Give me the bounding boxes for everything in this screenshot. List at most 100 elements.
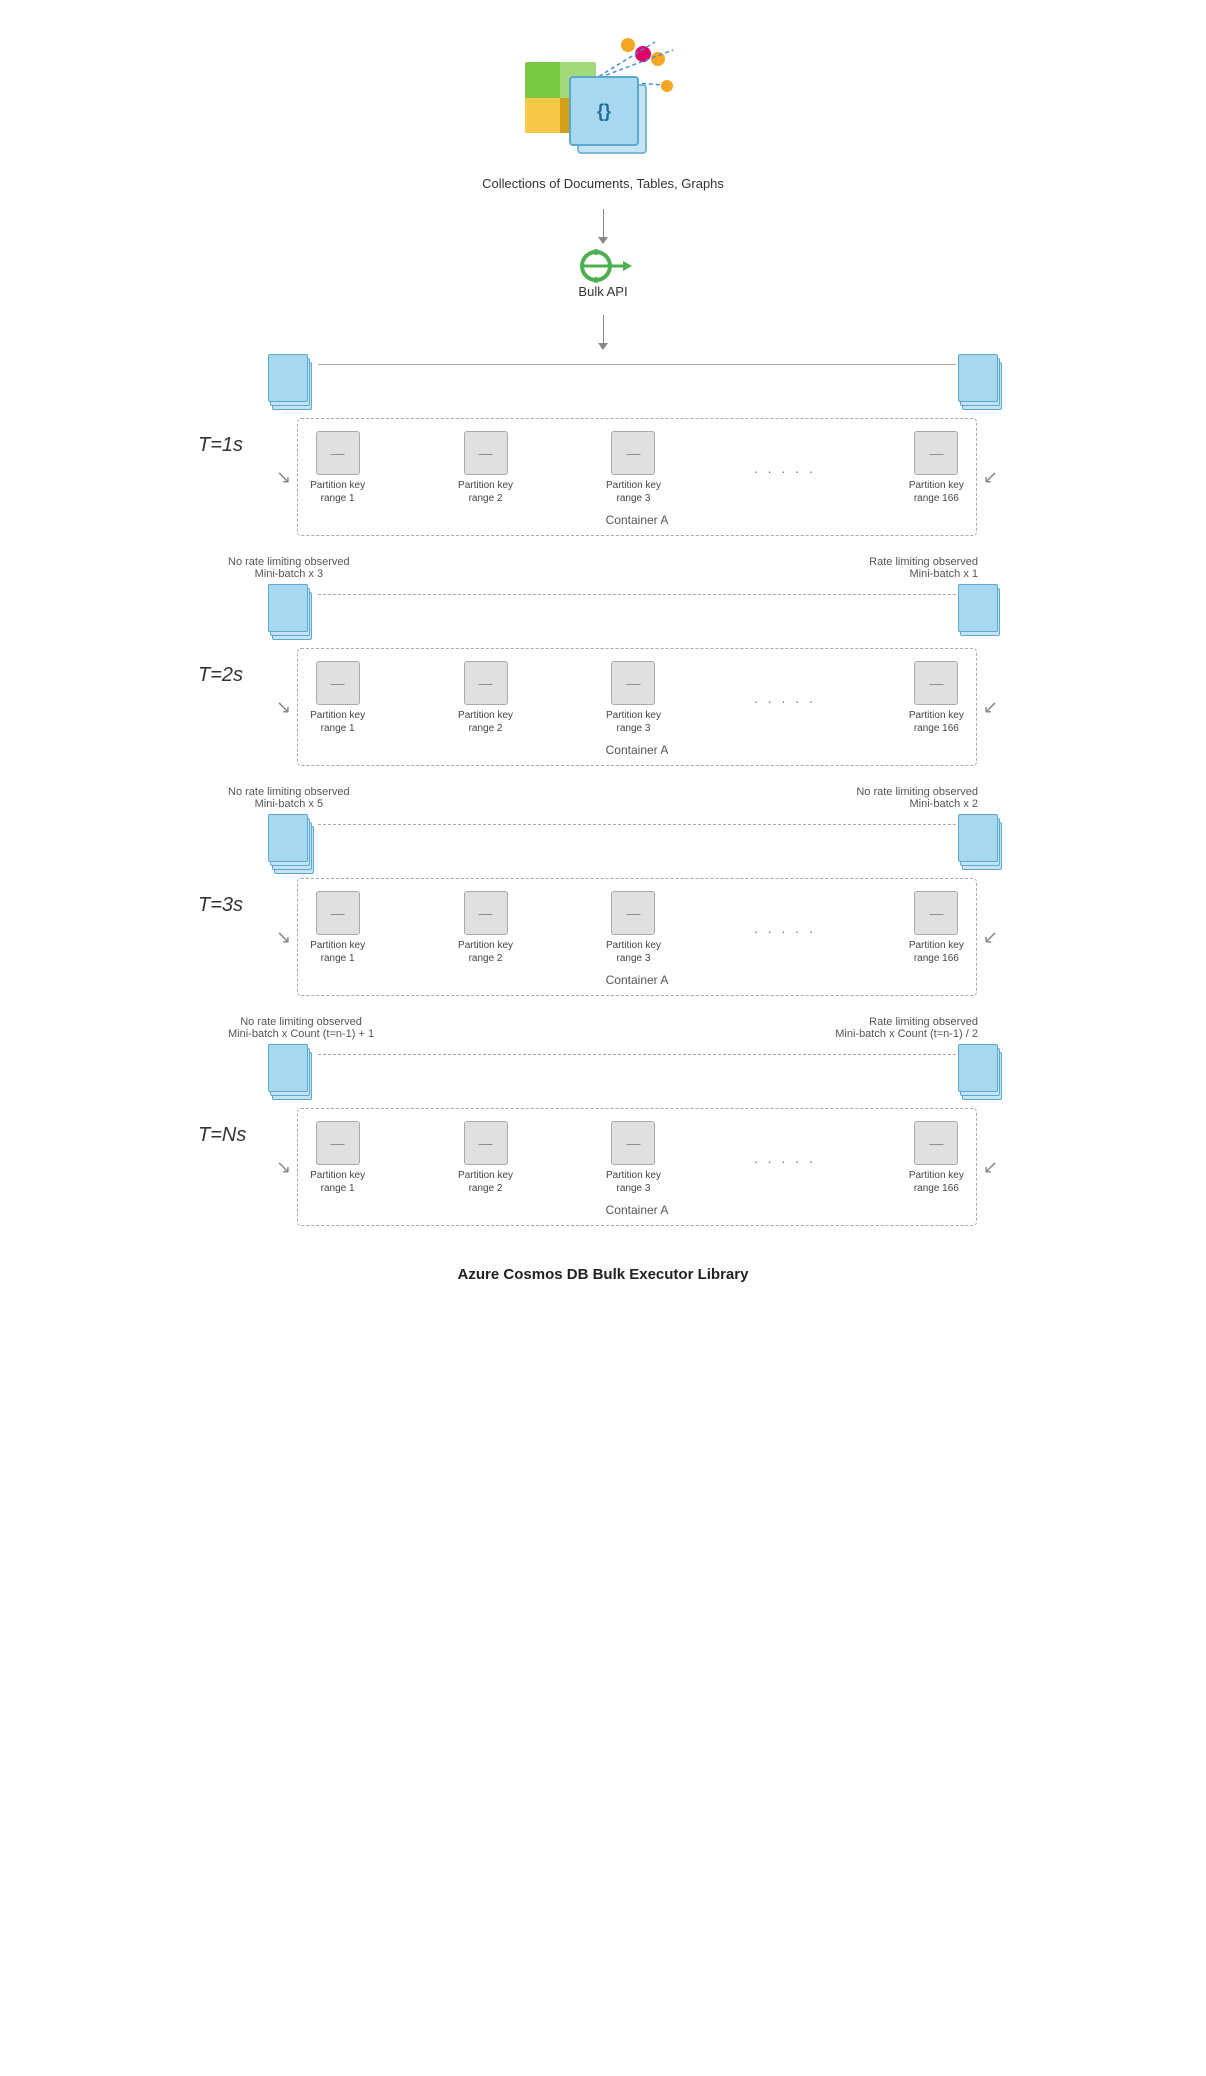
bulk-api-section: Bulk API [568,248,638,305]
partition-icon-3-4 [914,891,958,935]
partition-box-2: Partition keyrange 1 Partition keyrange … [297,648,977,766]
tier-2-row: T=2s ↘ [198,584,1008,766]
tier-1-time: T=1s [198,434,258,457]
top-caption: Collections of Documents, Tables, Graphs [482,176,724,191]
tier-4-left-batch: Mini-batch x Count (t=n-1) + 1 [228,1028,374,1040]
right-arrow-4: ↙ [983,1157,998,1178]
partition-label-2-4: Partition keyrange 166 [909,709,964,735]
tier-2-right-status: Rate limiting observed [869,556,978,568]
partition-icon-1-4 [914,431,958,475]
right-arrow-2: ↙ [983,697,998,718]
partition-label-1-4: Partition keyrange 166 [909,479,964,505]
partition-label-4-1: Partition keyrange 1 [310,1169,365,1195]
partition-box-1: Partition keyrange 1 Partition keyrange … [297,418,977,536]
container-label-4: Container A [606,1203,669,1217]
partition-2-3: Partition keyrange 3 [606,661,661,735]
partition-icon-1-1 [316,431,360,475]
partition-icon-2-4 [914,661,958,705]
tier-1-main: ↘ Partition keyrange 1 Partition keyrang… [266,354,1008,536]
tier-2-label-left: No rate limiting observed Mini-batch x 3 [228,556,350,580]
partition-icon-2-3 [611,661,655,705]
partition-icon-4-3 [611,1121,655,1165]
partition-icon-4-1 [316,1121,360,1165]
partition-box-4: Partition keyrange 1 Partition keyrange … [297,1108,977,1226]
tier-4-row: T=Ns ↘ [198,1044,1008,1226]
tier-4: No rate limiting observed Mini-batch x C… [198,1016,1008,1226]
tier-4-labels: No rate limiting observed Mini-batch x C… [198,1016,1008,1040]
container-label-3: Container A [606,973,669,987]
tier-2-left-status: No rate limiting observed [228,556,350,568]
partition-4-1: Partition keyrange 1 [310,1121,365,1195]
h-line-3 [318,824,956,825]
tier-1-connector [266,354,1008,414]
left-minibatch-4 [266,1044,318,1104]
partition-label-1-1: Partition keyrange 1 [310,479,365,505]
partition-3-1: Partition keyrange 1 [310,891,365,965]
partition-label-3-1: Partition keyrange 1 [310,939,365,965]
tier-4-right-status: Rate limiting observed [869,1016,978,1028]
left-arrow-3: ↘ [276,927,291,948]
tier-3-time: T=3s [198,894,258,917]
dots-4: . . . . . [754,1136,816,1180]
tier-2-time: T=2s [198,664,258,687]
tier-3-partitions: ↘ Partition keyrange 1 Partition keyrang… [266,878,1008,996]
dots-2: . . . . . [754,676,816,720]
right-minibatch-2 [956,584,1008,644]
partition-4-3: Partition keyrange 3 [606,1121,661,1195]
arrow-1 [598,209,608,244]
partition-icon-1-2 [464,431,508,475]
tier-1: T=1s [198,354,1008,536]
tier-4-time: T=Ns [198,1124,258,1147]
partition-icon-4-4 [914,1121,958,1165]
left-minibatch-2 [266,584,318,644]
tier-2-main: ↘ Partition keyrange 1 Partition keyrang… [266,584,1008,766]
partition-4-2: Partition keyrange 2 [458,1121,513,1195]
left-minibatch-3 [266,814,318,874]
partition-label-3-4: Partition keyrange 166 [909,939,964,965]
tier-2-right-batch: Mini-batch x 1 [910,568,978,580]
partition-dots-3: . . . . . [754,906,816,950]
partition-1-4: Partition keyrange 166 [909,431,964,505]
partition-grid-4: Partition keyrange 1 Partition keyrange … [310,1121,964,1195]
partition-dots-2: . . . . . [754,676,816,720]
tier-3-right-status: No rate limiting observed [856,786,978,798]
partition-label-2-1: Partition keyrange 1 [310,709,365,735]
tier-3-main: ↘ Partition keyrange 1 Partition keyrang… [266,814,1008,996]
json-doc-front: {} [569,76,639,146]
partition-1-2: Partition keyrange 2 [458,431,513,505]
partition-label-4-2: Partition keyrange 2 [458,1169,513,1195]
top-section: {} Collections of Documents, Tables, Gra… [482,30,724,197]
partition-label-4-3: Partition keyrange 3 [606,1169,661,1195]
bulk-api-icon [568,248,638,284]
tier-3-label-right: No rate limiting observed Mini-batch x 2 [856,786,978,810]
partition-icon-2-1 [316,661,360,705]
partition-label-4-4: Partition keyrange 166 [909,1169,964,1195]
tier-3-left-batch: Mini-batch x 5 [255,798,323,810]
container-label-2: Container A [606,743,669,757]
partition-label-2-2: Partition keyrange 2 [458,709,513,735]
partition-icon-3-1 [316,891,360,935]
tier-2-labels: No rate limiting observed Mini-batch x 3… [198,556,1008,580]
partition-box-3: Partition keyrange 1 Partition keyrange … [297,878,977,996]
h-line-1 [318,364,956,365]
tier-4-label-left: No rate limiting observed Mini-batch x C… [228,1016,374,1040]
left-arrow-4: ↘ [276,1157,291,1178]
partition-icon-3-2 [464,891,508,935]
partition-dots-1: . . . . . [754,446,816,490]
tier-3: No rate limiting observed Mini-batch x 5… [198,786,1008,996]
bulk-api-label: Bulk API [578,284,627,299]
partition-2-4: Partition keyrange 166 [909,661,964,735]
tier-2-label-right: Rate limiting observed Mini-batch x 1 [869,556,978,580]
tier-3-row: T=3s ↘ [198,814,1008,996]
tier-2-partitions: ↘ Partition keyrange 1 Partition keyrang… [266,648,1008,766]
right-minibatch-1 [956,354,1008,414]
partition-label-1-3: Partition keyrange 3 [606,479,661,505]
partition-icon-2-2 [464,661,508,705]
left-arrow-1: ↘ [276,467,291,488]
partition-label-3-3: Partition keyrange 3 [606,939,661,965]
partition-icon-1-3 [611,431,655,475]
left-arrow-2: ↘ [276,697,291,718]
partition-grid-3: Partition keyrange 1 Partition keyrange … [310,891,964,965]
tier-3-right-batch: Mini-batch x 2 [910,798,978,810]
tier-3-label-left: No rate limiting observed Mini-batch x 5 [228,786,350,810]
